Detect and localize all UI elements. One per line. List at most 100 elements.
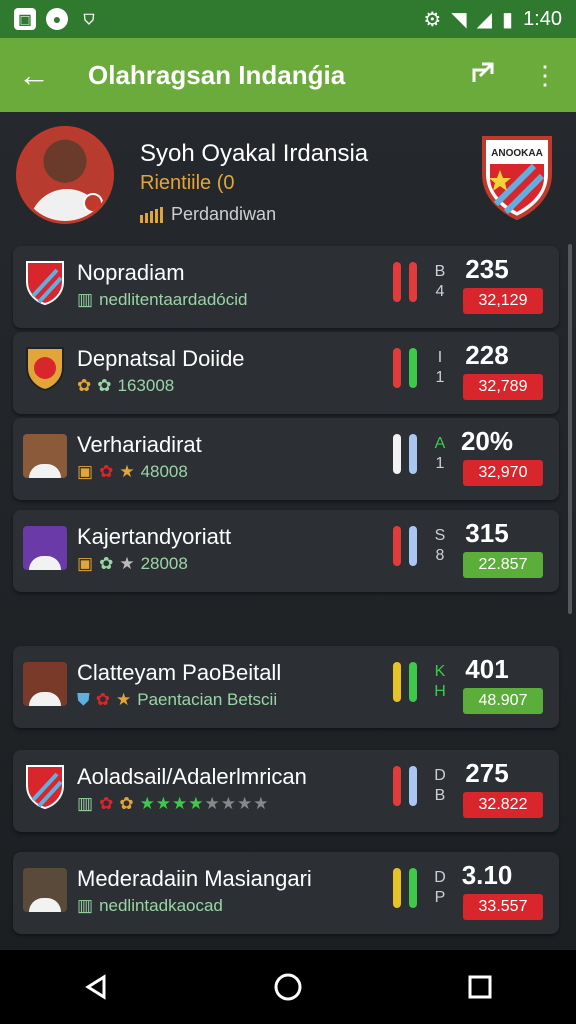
signal-icon: ◢ [476,8,493,31]
row-code: DP [434,869,446,906]
team-crest-icon: ANOOKAA [482,136,552,220]
row-value-chip: 32,129 [463,288,543,314]
row-detail: ▥ nedlitentaardadócid [77,290,248,309]
arrow-left-icon[interactable]: ← [18,57,50,94]
row-value-chip: 33.557 [463,894,543,920]
laurel-icon: ✿ [119,794,134,813]
row-score: 3.10 [461,860,513,890]
row-score: 20% [460,426,514,456]
profile-meta-text: Perdandiwan [171,204,277,224]
status-pill [409,262,417,302]
status-pill [393,434,401,474]
list-item[interactable]: Mederadaiin Masiangari ▥ nedlintadkaocad … [13,852,559,934]
player-photo [23,662,67,706]
profile-meta: Perdandiwan [140,204,276,225]
laurel-icon: ✿ [99,554,114,573]
status-pill [393,262,401,302]
row-code: KH [434,663,446,700]
status-bar: ▣ ● ⛉ ⚙ ◥ ◢ ▮ 1:40 [0,0,576,38]
row-score: 235 [465,254,509,284]
status-time: 1:40 [523,7,562,30]
row-code: DB [434,767,446,804]
grid-icon: ▥ [77,794,94,813]
grid-icon: ▥ [77,896,94,915]
team-crest-icon [26,347,64,392]
app-bar: ← Olahragsan Indanǵia ⋮ [0,38,576,112]
team-crest-icon [26,261,64,306]
player-photo [23,526,67,570]
profile-subtitle: Rientiile (0 [140,172,235,194]
laurel-icon: ✿ [99,794,114,813]
status-pill [409,434,417,474]
row-value-chip: 32,789 [463,374,543,400]
shield-icon: ⛊ [77,690,90,709]
status-pill [393,662,401,702]
status-pill [393,526,401,566]
list-item[interactable]: Verhariadirat ▣ ✿ ★ 48008 A1 20% 32,970 [13,418,559,500]
home-circle-icon[interactable] [268,967,308,1007]
row-score: 275 [465,758,509,788]
recents-square-icon[interactable] [460,967,500,1007]
row-label: Aoladsail/Adalerlmrican [77,764,307,789]
wifi-icon: ◥ [451,8,467,31]
laurel-icon: ✿ [77,376,92,395]
status-pill [393,348,401,388]
main-content: Syoh Oyakal Irdansia Rientiile (0 Perdan… [0,112,576,972]
row-code: I1 [435,349,445,386]
list-item[interactable]: Depnatsal Doiide ✿ ✿ 163008 I1 228 32,789 [13,332,559,414]
row-label: Mederadaiin Masiangari [77,866,312,891]
player-photo [23,868,67,912]
battery-icon: ▮ [502,8,514,31]
system-nav-bar [0,950,576,1024]
row-detail: ▣ ✿ ★ 28008 [77,554,188,573]
badge-icon: ▣ [77,462,94,481]
laurel-icon: ✿ [97,376,112,395]
status-pill [409,526,417,566]
list-item[interactable]: Kajertandyoriatt ▣ ✿ ★ 28008 S8 315 22.857 [13,510,559,592]
row-detail: ▥ ✿ ✿ ★★★★★★★★ [77,794,276,814]
avatar[interactable] [16,126,114,224]
row-detail: ⛊ ✿ ★ Paentacian Betscii [77,690,278,709]
row-detail: ▣ ✿ ★ 48008 [77,462,188,481]
grid-icon: ▥ [77,290,94,309]
row-value-chip: 32.822 [463,792,543,818]
rating-stars-icon: ★★★★★★★★ [139,794,270,813]
row-label: Clatteyam PaoBeitall [77,660,282,685]
row-score: 228 [465,340,509,370]
player-photo [23,434,67,478]
row-code: S8 [434,527,446,564]
share-icon[interactable] [470,58,498,93]
laurel-icon: ✿ [95,690,110,709]
row-code: B4 [434,263,446,300]
crest-text: ANOOKAA [491,148,543,159]
badge-icon: ▣ [77,554,94,573]
scrollbar[interactable] [568,244,572,614]
profile-name: Syoh Oyakal Irdansia [140,140,369,167]
status-pill [393,868,401,908]
star-icon: ★ [119,462,135,481]
camera-icon: ● [46,8,68,30]
row-label: Kajertandyoriatt [77,524,232,549]
list-item[interactable]: Aoladsail/Adalerlmrican ▥ ✿ ✿ ★★★★★★★★ DB 2… [13,750,559,832]
row-value-chip: 22.857 [463,552,543,578]
row-label: Verhariadirat [77,432,202,457]
status-pill [409,868,417,908]
status-left-icons: ▣ ● ⛉ [14,8,100,30]
list-item[interactable]: Clatteyam PaoBeitall ⛊ ✿ ★ Paentacian Betsc… [13,646,559,728]
status-pill [409,348,417,388]
row-value-chip: 32,970 [463,460,543,486]
row-detail: ✿ ✿ 163008 [77,376,175,395]
row-label: Nopradiam [77,260,185,285]
team-crest-icon [26,765,64,810]
signal-bars-icon [140,206,163,223]
list-item[interactable]: Nopradiam ▥ nedlitentaardadócid B4 235 32… [13,246,559,328]
status-right: ⚙ ◥ ◢ ▮ 1:40 [423,7,562,32]
app-title: Olahragsan Indanǵia [88,59,346,90]
back-triangle-icon[interactable] [76,967,116,1007]
row-value-chip: 48.907 [463,688,543,714]
row-detail: ▥ nedlintadkaocad [77,896,223,915]
row-score: 315 [465,518,509,548]
status-pill [393,766,401,806]
settings-icon: ⚙ [423,8,442,31]
more-vertical-icon[interactable]: ⋮ [532,60,558,91]
